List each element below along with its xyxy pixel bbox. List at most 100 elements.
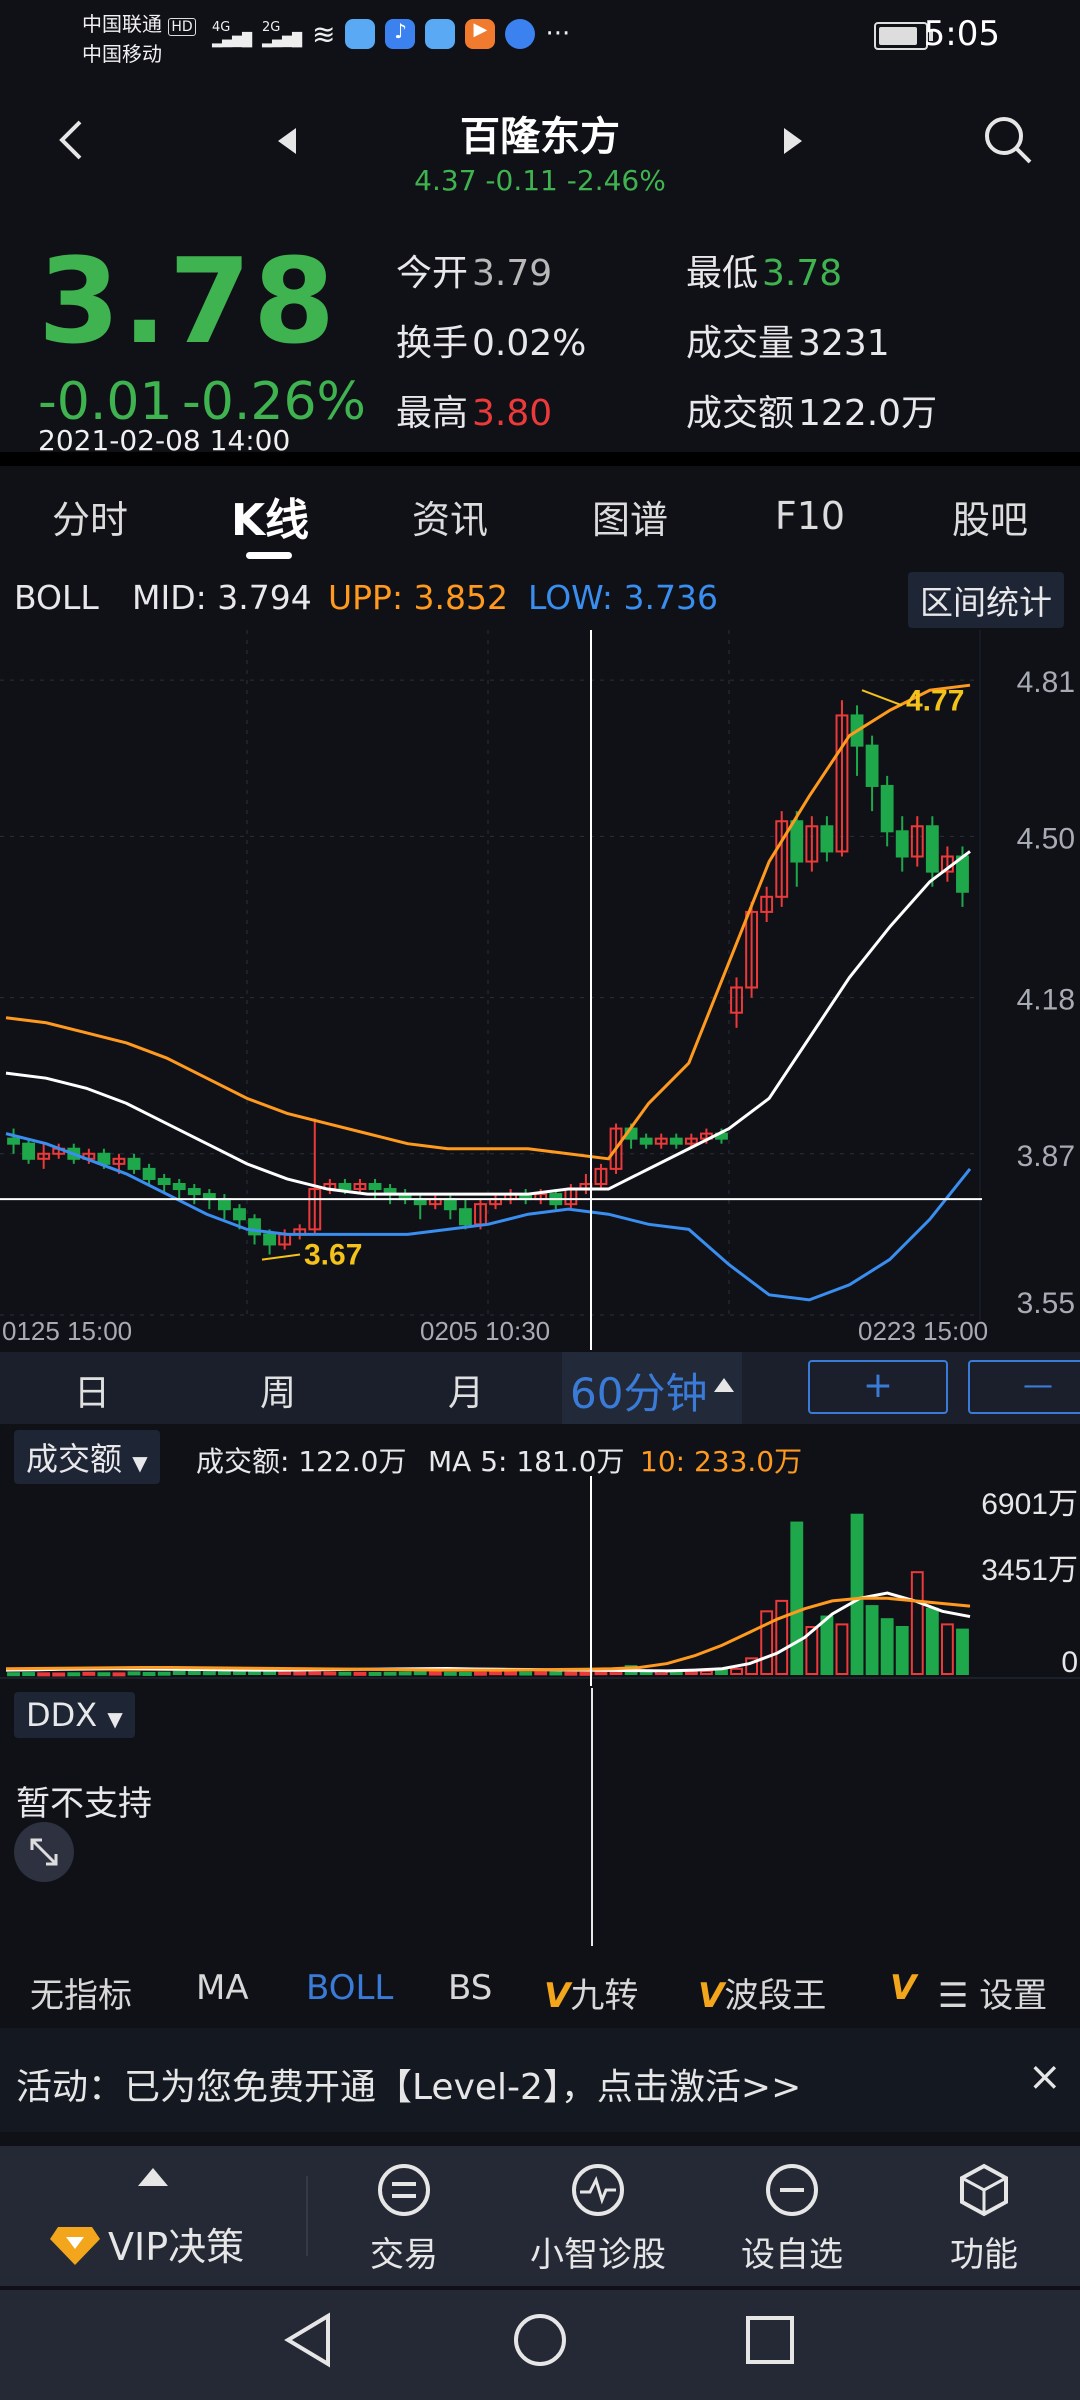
- search-button[interactable]: [980, 112, 1034, 170]
- nav-diagnosis[interactable]: 小智诊股: [518, 2162, 678, 2276]
- indicator-boll[interactable]: BOLL: [306, 1968, 393, 2008]
- expand-button[interactable]: [14, 1822, 74, 1882]
- tab-kline[interactable]: K线: [180, 484, 360, 548]
- settings-icon: ☰: [938, 1976, 969, 2016]
- volume-bar: [22, 1672, 36, 1677]
- close-icon[interactable]: ×: [1028, 2054, 1062, 2100]
- timeframe-month[interactable]: 月: [448, 1364, 484, 1416]
- volume-bar: [579, 1671, 593, 1676]
- volume-bar: [458, 1671, 472, 1676]
- back-triangle-icon[interactable]: [282, 2312, 334, 2368]
- price-change-pct: -0.26%: [182, 372, 366, 432]
- search-icon: [985, 117, 1032, 164]
- range-stats-button[interactable]: 区间统计: [908, 572, 1064, 628]
- caret-up-icon: [138, 2168, 168, 2192]
- candle-body: [263, 1233, 277, 1246]
- volume-bar: [910, 1571, 924, 1675]
- timeframe-60min[interactable]: 60分钟: [570, 1360, 707, 1421]
- zoom-in-button[interactable]: +: [808, 1360, 948, 1414]
- boll-lower-line: [5, 1132, 972, 1302]
- tab-timeshare[interactable]: 分时: [0, 489, 180, 544]
- volume-bar: [474, 1671, 487, 1676]
- boll-legend: BOLL MID: 3.794 UPP: 3.852 LOW: 3.736 区间…: [0, 566, 1080, 628]
- indicator-boduanwang[interactable]: V波段王: [698, 1968, 826, 2017]
- volume-y-tick: 6901万: [981, 1488, 1078, 1521]
- volume-bar: [157, 1671, 171, 1676]
- volume-bar: [820, 1615, 834, 1675]
- diamond-icon: [50, 2226, 100, 2265]
- promo-banner[interactable]: 活动：已为您免费开通【Level-2】，点击激活>> ×: [0, 2028, 1080, 2132]
- amount-label: 成交额: [686, 393, 795, 434]
- candle-body: [97, 1152, 111, 1165]
- candle-body: [895, 830, 909, 858]
- low-annotation-line: [261, 1253, 301, 1261]
- volume-bar: [202, 1671, 216, 1676]
- next-stock-button[interactable]: [780, 126, 804, 160]
- low-stat: 最低 3.78: [686, 244, 842, 296]
- crosshair-vertical-ddx: [591, 1688, 593, 1946]
- indicator-name: BOLL: [14, 578, 99, 617]
- current-price: 3.78: [38, 232, 338, 370]
- volume-bar: [338, 1671, 352, 1676]
- zoom-out-button[interactable]: —: [968, 1360, 1080, 1414]
- tab-f10[interactable]: F10: [720, 494, 900, 538]
- volume-bar: [895, 1626, 909, 1675]
- minus-circle-icon: [766, 2164, 818, 2216]
- nav-watchlist[interactable]: 设自选: [722, 2162, 862, 2276]
- app-icon-2: [425, 19, 456, 49]
- volume-chart[interactable]: 6901万 3451万 0: [0, 1476, 1080, 1686]
- cube-icon: [960, 2163, 1008, 2217]
- candle-body: [217, 1198, 231, 1211]
- timeframe-week[interactable]: 周: [260, 1364, 296, 1416]
- divider: [0, 452, 1080, 466]
- volume-bar: [172, 1670, 186, 1676]
- ddx-selector[interactable]: DDX ▼: [14, 1692, 135, 1738]
- recents-square-icon[interactable]: [744, 2314, 796, 2366]
- tab-forum[interactable]: 股吧: [900, 489, 1080, 544]
- nav-trade[interactable]: 交易: [344, 2162, 464, 2276]
- volume-bar: [112, 1672, 126, 1677]
- turnover-stat: 换手 0.02%: [396, 314, 586, 366]
- volume-bar: [684, 1670, 698, 1676]
- kline-chart[interactable]: 4.81 4.50 4.18 3.87 3.55 4.77 3.67 0125 15:00 02…: [0, 630, 1080, 1350]
- volume-bar: [323, 1671, 337, 1676]
- indicator-bs[interactable]: BS: [448, 1968, 492, 2008]
- timeframe-day[interactable]: 日: [74, 1364, 110, 1416]
- volume-ma10: 10: 233.0万: [640, 1445, 803, 1478]
- nav-vip-label: VIP决策: [108, 2225, 245, 2269]
- candle-body: [790, 820, 804, 863]
- volume-bar: [730, 1667, 743, 1675]
- home-circle-icon[interactable]: [512, 2312, 568, 2368]
- volume-bar: [564, 1671, 578, 1676]
- system-nav: [0, 2290, 1080, 2400]
- vip-v-icon: V: [544, 1976, 571, 2016]
- indicator-ma[interactable]: MA: [196, 1968, 249, 2008]
- active-tab-indicator: [246, 552, 292, 559]
- indicator-jiuzhuan[interactable]: V九转: [544, 1968, 638, 2017]
- nav-watchlist-label: 设自选: [741, 2235, 843, 2275]
- volume-selector-label: 成交额: [26, 1440, 123, 1478]
- candle-body: [639, 1137, 653, 1145]
- browser-app-icon: [505, 19, 536, 49]
- high-label: 最高: [396, 393, 469, 434]
- bottom-nav: VIP决策 交易 小智诊股 设自选 功能: [0, 2146, 1080, 2286]
- tab-graph[interactable]: 图谱: [540, 489, 720, 544]
- volume-bar: [925, 1607, 939, 1676]
- settings-label: 设置: [979, 1976, 1048, 2016]
- indicator-none[interactable]: 无指标: [30, 1968, 132, 2017]
- settings-button[interactable]: ☰ 设置: [938, 1968, 1047, 2017]
- candle-body: [925, 825, 939, 873]
- indicator-boduanwang-label: 波段王: [724, 1976, 827, 2016]
- open-label: 今开: [396, 253, 469, 294]
- nav-vip[interactable]: VIP决策: [48, 2216, 244, 2271]
- volume-bar: [52, 1672, 66, 1677]
- signal-2g-icon: 2G ▂▄▆█: [262, 20, 302, 48]
- nav-functions[interactable]: 功能: [924, 2162, 1044, 2276]
- tab-news[interactable]: 资讯: [360, 489, 540, 544]
- volume-bar: [790, 1521, 804, 1675]
- vip-v-icon: V: [890, 1968, 917, 2008]
- volume-bar: [187, 1670, 201, 1675]
- signal-4g-icon: 4G ▂▄▆█: [212, 20, 252, 48]
- volume-stat: 成交量 3231: [686, 314, 890, 366]
- volume-bar: [293, 1671, 307, 1676]
